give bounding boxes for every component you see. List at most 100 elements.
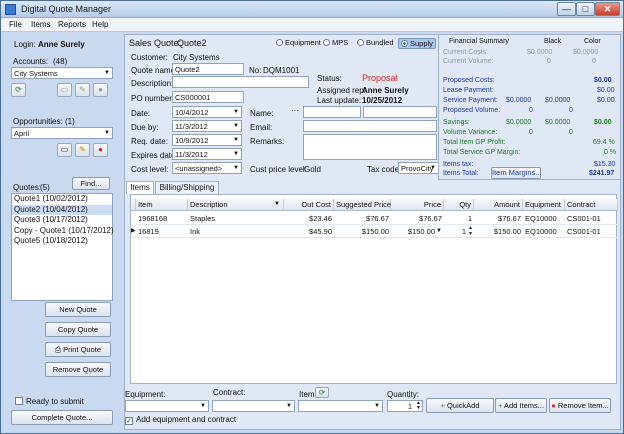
table-cell[interactable]: $76.67 bbox=[474, 213, 523, 225]
date-picker[interactable]: 10/4/2012 ▼ bbox=[172, 106, 242, 118]
radio-supply[interactable]: Supply bbox=[398, 38, 436, 49]
edit-icon[interactable]: ✎ bbox=[75, 143, 90, 157]
list-item[interactable]: Quote1 (10/02/2012) bbox=[12, 194, 112, 205]
col-item[interactable]: Item bbox=[136, 199, 188, 211]
new-doc-icon[interactable]: ▭ bbox=[57, 143, 72, 157]
cost-level-select[interactable]: <unassigned> ▼ bbox=[172, 162, 242, 174]
radio-equipment[interactable]: Equipment bbox=[276, 38, 321, 47]
expires-date-picker[interactable]: 11/3/2012 ▼ bbox=[172, 148, 242, 160]
tax-code-select[interactable]: ProvoCity ▼ bbox=[398, 162, 439, 174]
opportunities-select[interactable]: April ▼ bbox=[11, 127, 113, 139]
current-volume-color: 0 bbox=[592, 58, 596, 65]
remove-quote-button[interactable]: Remove Quote bbox=[45, 362, 111, 377]
table-cell[interactable]: 1968168 bbox=[136, 213, 188, 225]
quotes-list[interactable]: Quote1 (10/02/2012) Quote2 (10/04/2012) … bbox=[11, 193, 114, 301]
list-item[interactable]: Quote3 (10/17/2012) bbox=[12, 215, 112, 226]
menu-items[interactable]: Items bbox=[31, 20, 51, 29]
menu-file[interactable]: File bbox=[9, 20, 22, 29]
tab-items[interactable]: Items bbox=[126, 181, 154, 194]
chevron-down-icon: ▼ bbox=[233, 165, 239, 171]
req-date-picker[interactable]: 10/9/2012 ▼ bbox=[172, 134, 242, 146]
find-button[interactable]: Find... bbox=[72, 177, 110, 190]
col-out-cost[interactable]: Out Cost bbox=[284, 199, 334, 211]
complete-quote-button[interactable]: Complete Quote... bbox=[11, 410, 113, 425]
date-label: Date: bbox=[131, 109, 151, 118]
accounts-select[interactable]: City Systems ▼ bbox=[11, 67, 113, 79]
contact-name-input-2[interactable] bbox=[363, 106, 437, 118]
ready-checkbox[interactable]: Ready to submit bbox=[15, 397, 84, 406]
add-items-button[interactable]: + Add Items... bbox=[495, 398, 547, 413]
table-cell[interactable]: CS001-01 bbox=[565, 226, 618, 238]
customer-label: Customer: bbox=[131, 53, 168, 62]
item-margins-button[interactable]: Item Margins... bbox=[491, 167, 542, 179]
checkbox-icon bbox=[15, 397, 23, 405]
table-cell[interactable]: $76.67 bbox=[334, 213, 391, 225]
radio-bundled[interactable]: Bundled bbox=[357, 38, 394, 47]
contact-name-input[interactable] bbox=[303, 106, 361, 118]
customer-value: City Systems bbox=[173, 53, 220, 62]
item-select[interactable]: ▼ bbox=[298, 400, 383, 412]
copy-quote-button[interactable]: Copy Quote bbox=[45, 322, 111, 337]
new-quote-button[interactable]: New Quote bbox=[45, 302, 111, 317]
col-qty[interactable]: Qty bbox=[444, 199, 474, 211]
table-cell[interactable]: $150.00 bbox=[334, 226, 391, 238]
list-item[interactable]: Copy - Quote1 (10/17/2012) bbox=[12, 226, 114, 237]
col-suggested-price[interactable]: Suggested Price bbox=[334, 199, 391, 211]
table-cell[interactable]: EQ10000 bbox=[523, 213, 565, 225]
menu-help[interactable]: Help bbox=[92, 20, 108, 29]
quantity-stepper[interactable]: 1 ▲ ▼ bbox=[387, 400, 423, 412]
contract-select[interactable]: ▼ bbox=[212, 400, 295, 412]
po-number-input[interactable]: CS000001 bbox=[172, 91, 244, 103]
list-item[interactable]: Quote2 (10/04/2012) bbox=[12, 204, 112, 215]
refresh-icon[interactable]: ⟳ bbox=[315, 387, 329, 398]
print-quote-button[interactable]: ⎙ Print Quote bbox=[45, 342, 111, 357]
fin-col-color: Color bbox=[584, 38, 601, 45]
col-price[interactable]: Price bbox=[391, 199, 444, 211]
chevron-down-icon: ▼ bbox=[104, 70, 110, 76]
status-value: Proposal bbox=[362, 73, 398, 83]
quote-name-input[interactable]: Quote2 bbox=[172, 63, 244, 75]
current-costs-black: $0.0000 bbox=[527, 49, 553, 56]
table-cell[interactable]: Staples bbox=[188, 213, 284, 225]
equipment-select[interactable]: ▼ bbox=[125, 400, 209, 412]
description-input[interactable] bbox=[172, 76, 309, 88]
due-by-picker[interactable]: 11/3/2012 ▼ bbox=[172, 120, 242, 132]
delete-icon[interactable]: ● bbox=[93, 143, 108, 157]
remarks-input[interactable] bbox=[303, 134, 437, 160]
email-input[interactable] bbox=[303, 120, 437, 132]
remove-item-button[interactable]: ● Remove Item... bbox=[549, 398, 611, 413]
new-doc-icon[interactable]: ▭ bbox=[57, 83, 72, 97]
col-contract[interactable]: Contract bbox=[565, 199, 618, 211]
current-volume-black: 0 bbox=[547, 58, 551, 65]
table-cell[interactable]: $23.46 bbox=[284, 213, 334, 225]
table-cell[interactable]: $76.67 bbox=[391, 213, 444, 225]
table-cell[interactable]: EQ10000 bbox=[523, 226, 565, 238]
qty-stepper[interactable]: 1 ▲ ▼ bbox=[444, 226, 474, 238]
table-cell[interactable]: 1 bbox=[444, 213, 474, 225]
add-equipment-contract-checkbox[interactable]: ✓ Add equipment and contract bbox=[125, 415, 236, 425]
quickadd-button[interactable]: + QuickAdd bbox=[426, 398, 494, 413]
minimize-button[interactable]: — bbox=[557, 2, 576, 16]
edit-icon[interactable]: ✎ bbox=[75, 83, 90, 97]
table-cell[interactable]: CS001-01 bbox=[565, 213, 618, 225]
login-label: Login: bbox=[14, 40, 36, 49]
radio-mps[interactable]: MPS bbox=[323, 38, 348, 47]
quote-no-label: No: bbox=[249, 66, 262, 75]
table-cell[interactable]: $45.90 bbox=[284, 226, 334, 238]
name-label: Name: bbox=[250, 109, 274, 118]
tab-billing-shipping[interactable]: Billing/Shipping bbox=[155, 181, 219, 194]
price-select[interactable]: $150.00 ▼ bbox=[391, 226, 444, 238]
close-button[interactable]: ✕ bbox=[595, 2, 620, 16]
refresh-icon[interactable]: ⟳ bbox=[11, 83, 26, 97]
col-description[interactable]: Description ▼ bbox=[188, 199, 284, 211]
delete-icon[interactable]: ● bbox=[93, 83, 108, 97]
table-cell[interactable]: Ink bbox=[188, 226, 284, 238]
table-cell[interactable]: 16819 bbox=[136, 226, 188, 238]
table-cell[interactable]: $150.00 bbox=[474, 226, 523, 238]
list-item[interactable]: Quote5 (10/18/2012) bbox=[12, 236, 112, 247]
col-equipment[interactable]: Equipment bbox=[523, 199, 565, 211]
col-amount[interactable]: Amount bbox=[474, 199, 523, 211]
contact-lookup-button[interactable]: ··· bbox=[291, 106, 299, 115]
maximize-button[interactable]: □ bbox=[576, 2, 595, 16]
menu-reports[interactable]: Reports bbox=[58, 20, 86, 29]
